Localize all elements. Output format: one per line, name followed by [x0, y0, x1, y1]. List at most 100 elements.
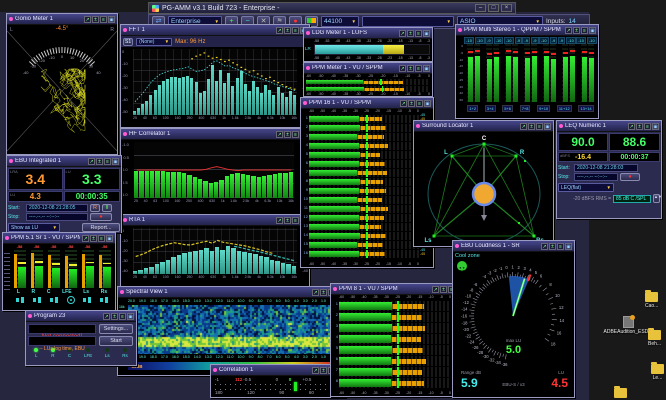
pin-icon[interactable]: ±: [111, 313, 118, 320]
popout-icon[interactable]: ↗: [628, 123, 635, 130]
fft-source-select[interactable]: (None) ▼: [136, 38, 172, 46]
maximize-icon[interactable]: ▣: [565, 243, 572, 250]
pin-icon[interactable]: ±: [320, 367, 327, 374]
popout-icon[interactable]: ↗: [88, 158, 95, 165]
popout-icon[interactable]: ↗: [565, 27, 572, 34]
minimize-icon[interactable]: ≡: [119, 313, 126, 320]
panel-titlebar[interactable]: PPM 16 1 - VU / SPPM ↗±≡▣: [301, 98, 433, 109]
record-button[interactable]: ●: [90, 213, 112, 221]
minimize-icon[interactable]: ≡: [292, 131, 299, 138]
popout-icon[interactable]: ↗: [82, 235, 89, 242]
desktop-icon-folder-2[interactable]: Beh...: [648, 330, 661, 347]
start-field[interactable]: 2020-12-08 21:28:05: [26, 204, 88, 212]
popout-icon[interactable]: ↗: [399, 65, 406, 72]
panel-titlebar[interactable]: LDG Meter 1 - LUFS ↗±≡▣: [304, 28, 432, 39]
pin-icon[interactable]: ±: [90, 235, 97, 242]
start-button[interactable]: Start: [99, 336, 133, 346]
popout-icon[interactable]: ↗: [276, 217, 283, 224]
minimize-icon[interactable]: ≡: [98, 235, 105, 242]
settings-button[interactable]: Settings...: [99, 324, 133, 334]
panel-titlebar[interactable]: Correlation 1 ↗±≡▣: [211, 365, 345, 376]
minimize-icon[interactable]: ≡: [104, 158, 111, 165]
desktop-icon-folder-4[interactable]: [614, 388, 627, 398]
panel-titlebar[interactable]: Program 23 ↗±≡▣: [26, 311, 136, 322]
close-button[interactable]: ×: [501, 4, 512, 12]
pin-icon[interactable]: ±: [408, 100, 415, 107]
start-field[interactable]: 2020-12-08 21:28:03: [574, 164, 638, 172]
panel-titlebar[interactable]: EBU Integrated 1 ↗±≡▣: [7, 156, 121, 167]
panel-titlebar[interactable]: FFT 1 ↗±≡▣: [121, 25, 309, 36]
pause-button[interactable]: II: [102, 204, 112, 212]
popout-icon[interactable]: ↗: [312, 289, 319, 296]
popout-icon[interactable]: ↗: [520, 123, 527, 130]
panel-titlebar[interactable]: EBU Loudness 1 - SR ↗±≡▣: [453, 241, 574, 252]
panel-titlebar[interactable]: PPM 5.1 Sr 1 - VU / SPPM ↗±≡▣: [3, 233, 115, 244]
panel-titlebar[interactable]: PPM 8 1 - VU / SPPM ↗±≡▣: [331, 284, 465, 295]
panel-titlebar[interactable]: HF Correlator 1 ↗±≡▣: [121, 129, 309, 140]
maximize-icon[interactable]: ▣: [127, 313, 134, 320]
popout-icon[interactable]: ↗: [103, 313, 110, 320]
minimize-icon[interactable]: ≡: [644, 123, 651, 130]
maximize-icon[interactable]: ▣: [424, 100, 431, 107]
pin-icon[interactable]: ±: [440, 286, 447, 293]
minimize-icon[interactable]: ≡: [557, 243, 564, 250]
minimize-icon[interactable]: ≡: [416, 100, 423, 107]
popout-icon[interactable]: ↗: [399, 30, 406, 37]
report-button[interactable]: Report...: [82, 223, 120, 232]
pin-icon[interactable]: ±: [320, 289, 327, 296]
minimize-icon[interactable]: ≡: [415, 65, 422, 72]
pin-icon[interactable]: ±: [284, 27, 291, 34]
maximize-icon[interactable]: ▣: [544, 123, 551, 130]
minimize-icon[interactable]: ≡: [581, 27, 588, 34]
pin-icon[interactable]: ±: [284, 217, 291, 224]
spinner-control[interactable]: ▲▼: [653, 194, 660, 203]
reset-button[interactable]: R: [90, 204, 100, 212]
panel-titlebar[interactable]: Gonio Meter 1 ↗±≡▣: [7, 14, 117, 25]
minimize-icon[interactable]: ≡: [292, 217, 299, 224]
pin-icon[interactable]: ±: [636, 123, 643, 130]
minimize-icon[interactable]: ≡: [100, 16, 107, 23]
panel-titlebar[interactable]: Surround Locator 1 ↗±≡▣: [414, 121, 553, 132]
maximize-icon[interactable]: ▣: [106, 235, 113, 242]
panel-titlebar[interactable]: Spectral View 1 ↗±≡▣: [118, 287, 345, 298]
pin-icon[interactable]: ±: [96, 158, 103, 165]
maximize-button[interactable]: □: [488, 4, 499, 12]
main-titlebar[interactable]: PG-AMM v3.1 Build 723 - Enterprise - – □…: [148, 2, 516, 14]
samplerate-select[interactable]: 44100 ▼: [321, 16, 359, 27]
minimize-icon[interactable]: ≡: [415, 30, 422, 37]
desktop-icon-folder-1[interactable]: Cao...: [645, 292, 658, 309]
pin-icon[interactable]: ±: [407, 30, 414, 37]
popout-icon[interactable]: ↗: [400, 100, 407, 107]
fft-s1-button[interactable]: S1: [123, 38, 133, 46]
record-button[interactable]: ●: [620, 173, 640, 181]
pin-icon[interactable]: ±: [92, 16, 99, 23]
maximize-icon[interactable]: ▣: [423, 30, 430, 37]
show-as-select[interactable]: Show as LU ▼: [8, 223, 60, 232]
maximize-icon[interactable]: ▣: [423, 65, 430, 72]
maximize-icon[interactable]: ▣: [112, 158, 119, 165]
desktop-icon-folder-3[interactable]: Le...: [651, 364, 664, 381]
maximize-icon[interactable]: ▣: [108, 16, 115, 23]
minimize-icon[interactable]: ≡: [536, 123, 543, 130]
minimize-button[interactable]: –: [475, 4, 486, 12]
panel-titlebar[interactable]: LEQ Numeric 1 ↗±≡▣: [557, 121, 661, 132]
popout-icon[interactable]: ↗: [84, 16, 91, 23]
popout-icon[interactable]: ↗: [276, 131, 283, 138]
panel-titlebar[interactable]: PPM Multi Stereo 1 - QPPM / SPPM ↗±≡▣: [456, 25, 598, 36]
maximize-icon[interactable]: ▣: [589, 27, 596, 34]
pin-icon[interactable]: ±: [284, 131, 291, 138]
minimize-icon[interactable]: ≡: [292, 27, 299, 34]
panel-titlebar[interactable]: RTA 1 ↗±≡▣: [121, 215, 309, 226]
stop-field[interactable]: ----.--.-- --:--:--: [574, 173, 618, 181]
popout-icon[interactable]: ↗: [276, 27, 283, 34]
pin-icon[interactable]: ±: [549, 243, 556, 250]
pin-icon[interactable]: ±: [528, 123, 535, 130]
stop-field[interactable]: ----.--.-- --:--:--: [26, 213, 88, 221]
popout-icon[interactable]: ↗: [432, 286, 439, 293]
leq-mode-select[interactable]: LEQ(flat) ▼: [558, 183, 614, 192]
popout-icon[interactable]: ↗: [541, 243, 548, 250]
pin-icon[interactable]: ±: [407, 65, 414, 72]
maximize-icon[interactable]: ▣: [652, 123, 659, 130]
device-select[interactable]: ▼: [362, 16, 454, 27]
popout-icon[interactable]: ↗: [312, 367, 319, 374]
